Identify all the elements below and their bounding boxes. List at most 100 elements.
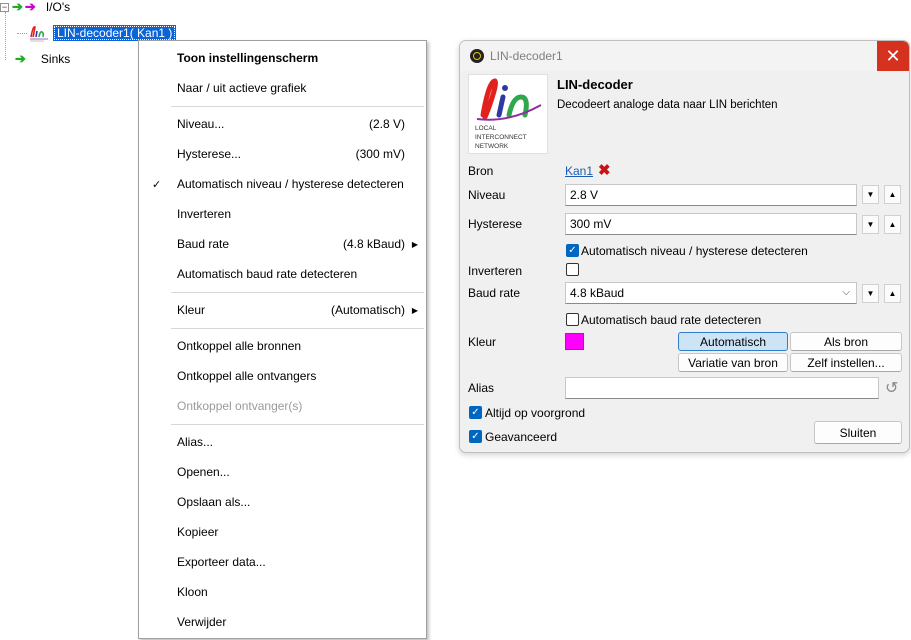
dialog-titlebar[interactable]: LIN-decoder1 ✕: [460, 41, 909, 71]
menu-item-alias[interactable]: Alias...: [139, 427, 426, 457]
menu-item-open[interactable]: Openen...: [139, 457, 426, 487]
alias-label: Alias: [468, 381, 495, 395]
color-as-source-button[interactable]: Als bron: [790, 332, 902, 351]
menu-item-label: Hysterese...: [177, 147, 242, 161]
level-up-button[interactable]: ▲: [884, 185, 901, 204]
menu-item-auto-level[interactable]: ✓ Automatisch niveau / hysterese detecte…: [139, 169, 426, 199]
auto-level-checkbox[interactable]: ✓: [566, 244, 579, 257]
close-button[interactable]: ✕: [877, 41, 909, 71]
menu-item-label: Automatisch niveau / hysterese detectere…: [177, 177, 404, 191]
menu-separator: [171, 292, 424, 293]
tree-node-ios[interactable]: − ➔ ➔ I/O's: [0, 0, 70, 16]
source-link[interactable]: Kan1: [565, 164, 593, 178]
baud-down-button[interactable]: ▼: [862, 284, 879, 303]
logo-line: LOCAL: [475, 125, 497, 132]
menu-separator: [171, 106, 424, 107]
lin-logo-icon: [28, 24, 50, 42]
invert-checkbox[interactable]: [566, 263, 579, 276]
tree-node-sinks[interactable]: ➔ Sinks: [15, 50, 70, 68]
menu-item-hysteresis[interactable]: Hysterese... (300 mV): [139, 139, 426, 169]
menu-item-value: (300 mV): [355, 147, 405, 161]
baud-rate-select[interactable]: 4.8 kBaud ⌵: [565, 282, 857, 304]
auto-level-label: Automatisch niveau / hysterese detectere…: [581, 244, 808, 258]
lin-logo-text: LOCAL INTERCONNECT NETWORK: [475, 124, 527, 151]
menu-item-label: Ontkoppel ontvanger(s): [177, 399, 303, 413]
menu-item-label: Kloon: [177, 585, 208, 599]
hysteresis-up-button[interactable]: ▲: [884, 215, 901, 234]
menu-item-value: (Automatisch): [330, 303, 405, 317]
menu-item-label: Automatisch baud rate detecteren: [177, 267, 358, 281]
lin-decoder-dialog: LIN-decoder1 ✕ LOCAL INTERCONNECT NETWOR…: [459, 40, 910, 453]
menu-item-color[interactable]: Kleur (Automatisch) ▶: [139, 295, 426, 325]
menu-item-label: Openen...: [177, 465, 230, 479]
always-on-top-label: Altijd op voorgrond: [485, 406, 586, 420]
menu-item-auto-baud[interactable]: Automatisch baud rate detecteren: [139, 259, 426, 289]
input-arrow-icon: ➔: [12, 0, 23, 14]
baud-up-button[interactable]: ▲: [884, 284, 901, 303]
menu-item-label: Niveau...: [177, 117, 225, 131]
menu-item-label: Inverteren: [177, 207, 232, 221]
remove-source-icon[interactable]: ✖: [598, 163, 611, 178]
menu-item-baud-rate[interactable]: Baud rate (4.8 kBaud) ▶: [139, 229, 426, 259]
baud-rate-label: Baud rate: [468, 286, 521, 300]
checkmark-icon: ✓: [152, 178, 162, 191]
menu-item-copy[interactable]: Kopieer: [139, 517, 426, 547]
always-on-top-checkbox[interactable]: ✓: [469, 406, 482, 419]
menu-item-label: Kopieer: [177, 525, 219, 539]
lin-logo-mark: [476, 78, 542, 121]
menu-item-toggle-active-graph[interactable]: Naar / uit actieve grafiek: [139, 73, 426, 103]
level-label: Niveau: [468, 188, 506, 202]
logo-line: NETWORK: [475, 143, 509, 150]
baud-rate-value: 4.8 kBaud: [570, 286, 625, 300]
menu-item-export-data[interactable]: Exporteer data...: [139, 547, 426, 577]
menu-item-disconnect-receiver: Ontkoppel ontvanger(s): [139, 391, 426, 421]
menu-item-label: Opslaan als...: [177, 495, 251, 509]
menu-item-save-as[interactable]: Opslaan als...: [139, 487, 426, 517]
level-input[interactable]: 2.8 V: [565, 184, 857, 206]
header-title: LIN-decoder: [557, 77, 633, 92]
menu-item-delete[interactable]: Verwijder: [139, 607, 426, 637]
advanced-checkbox[interactable]: ✓: [469, 430, 482, 443]
menu-item-value: (4.8 kBaud): [342, 237, 405, 251]
auto-baud-checkbox[interactable]: [566, 313, 579, 326]
color-variation-button[interactable]: Variatie van bron: [678, 353, 788, 372]
color-automatic-button[interactable]: Automatisch: [678, 332, 788, 351]
menu-item-label: Exporteer data...: [177, 555, 266, 569]
hysteresis-down-button[interactable]: ▼: [862, 215, 879, 234]
menu-item-label: Toon instellingenscherm: [177, 51, 319, 65]
hysteresis-input[interactable]: 300 mV: [565, 213, 857, 235]
logo-line: INTERCONNECT: [475, 134, 527, 141]
tree-node-ios-label: I/O's: [45, 0, 71, 14]
menu-item-label: Ontkoppel alle ontvangers: [177, 369, 317, 383]
menu-item-disconnect-receivers[interactable]: Ontkoppel alle ontvangers: [139, 361, 426, 391]
hysteresis-label: Hysterese: [468, 217, 523, 231]
auto-baud-label: Automatisch baud rate detecteren: [581, 313, 762, 327]
collapse-icon[interactable]: −: [0, 2, 9, 12]
menu-item-level[interactable]: Niveau... (2.8 V): [139, 109, 426, 139]
menu-item-value: (2.8 V): [368, 117, 405, 131]
alias-input[interactable]: [565, 377, 879, 399]
menu-item-label: Kleur: [177, 303, 206, 317]
menu-item-invert[interactable]: Inverteren: [139, 199, 426, 229]
menu-item-label: Baud rate: [177, 237, 230, 251]
level-down-button[interactable]: ▼: [862, 185, 879, 204]
chevron-down-icon: ⌵: [842, 287, 850, 298]
color-label: Kleur: [468, 335, 497, 349]
reset-alias-icon[interactable]: ↺: [885, 378, 898, 398]
submenu-arrow-icon: ▶: [411, 305, 418, 315]
color-custom-button[interactable]: Zelf instellen...: [790, 353, 902, 372]
close-dialog-button[interactable]: Sluiten: [814, 421, 902, 444]
advanced-label: Geavanceerd: [485, 430, 558, 444]
submenu-arrow-icon: ▶: [411, 239, 418, 249]
source-label: Bron: [468, 164, 494, 178]
menu-item-clone[interactable]: Kloon: [139, 577, 426, 607]
menu-item-show-settings[interactable]: Toon instellingenscherm: [139, 43, 426, 73]
color-swatch[interactable]: [565, 333, 584, 350]
menu-item-disconnect-sources[interactable]: Ontkoppel alle bronnen: [139, 331, 426, 361]
invert-label: Inverteren: [468, 264, 523, 278]
app-icon: [470, 49, 484, 63]
menu-item-label: Alias...: [177, 435, 214, 449]
tree-node-sinks-label: Sinks: [40, 52, 71, 66]
menu-item-label: Verwijder: [177, 615, 227, 629]
menu-separator: [171, 424, 424, 425]
